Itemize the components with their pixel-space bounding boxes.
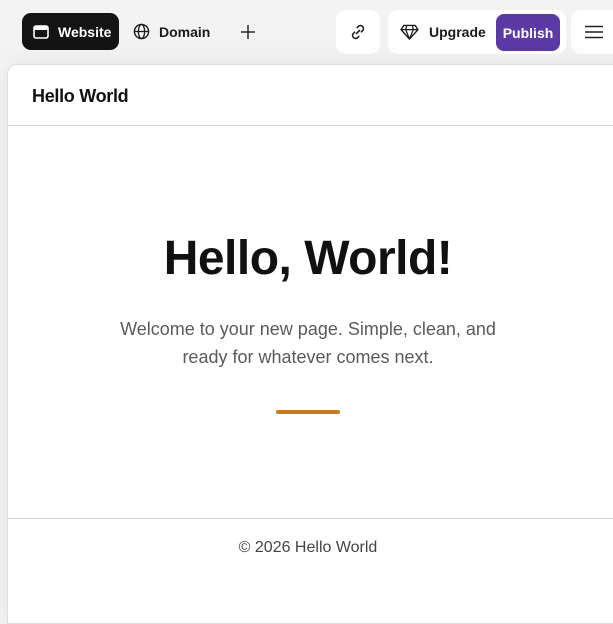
publish-button[interactable]: Publish <box>496 14 560 51</box>
website-preview: Hello World Hello, World! Welcome to you… <box>7 64 613 624</box>
tab-website-label: Website <box>58 23 112 40</box>
hero-title: Hello, World! <box>163 232 453 285</box>
site-title[interactable]: Hello World <box>32 86 129 107</box>
hamburger-menu-icon <box>585 25 603 39</box>
upgrade-label: Upgrade <box>429 24 486 40</box>
tab-website[interactable]: Website <box>22 13 119 50</box>
plus-icon <box>241 25 255 39</box>
copy-link-button[interactable] <box>336 10 380 54</box>
browser-window-icon <box>33 24 49 39</box>
footer-copyright: © 2026 Hello World <box>238 539 378 556</box>
hero-text-line-2: ready for whatever comes next. <box>182 347 434 367</box>
hero-text-line-1: Welcome to your new page. Simple, clean,… <box>120 319 496 339</box>
upgrade-publish-group: Upgrade Publish <box>388 10 566 54</box>
tab-domain[interactable]: Domain <box>128 13 210 50</box>
link-icon <box>351 24 365 40</box>
accent-divider <box>276 410 340 414</box>
site-footer: © 2026 Hello World <box>8 518 613 578</box>
site-header: Hello World <box>8 65 613 126</box>
hero-text: Welcome to your new page. Simple, clean,… <box>8 315 608 371</box>
top-toolbar: Website Domain Upgrade Publish <box>0 0 613 64</box>
add-button[interactable] <box>234 18 262 46</box>
menu-button[interactable] <box>571 10 613 54</box>
diamond-icon <box>400 24 419 40</box>
globe-icon <box>133 23 150 40</box>
upgrade-button[interactable]: Upgrade <box>400 10 486 54</box>
tab-domain-label: Domain <box>159 23 211 40</box>
